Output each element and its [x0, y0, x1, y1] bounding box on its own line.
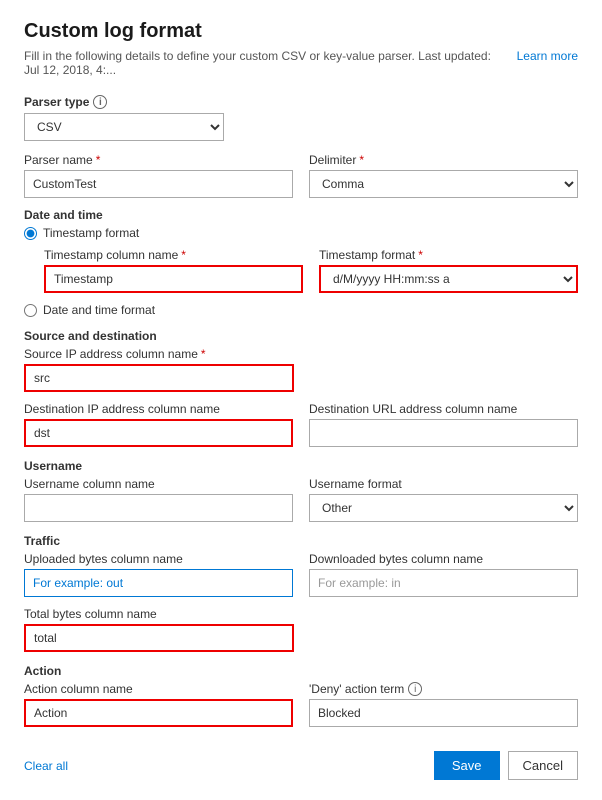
uploaded-input[interactable]	[24, 569, 293, 597]
timestamp-format-label: Timestamp format	[319, 248, 415, 262]
username-section-label: Username	[24, 459, 578, 473]
username-col-input[interactable]	[24, 494, 293, 522]
delimiter-label: Delimiter	[309, 153, 356, 167]
parser-name-input[interactable]	[24, 170, 293, 198]
source-ip-label: Source IP address column name	[24, 347, 198, 361]
date-time-radio-label: Date and time format	[43, 303, 155, 317]
action-col-input[interactable]	[24, 699, 293, 727]
page-title: Custom log format	[24, 20, 578, 43]
dest-url-label: Destination URL address column name	[309, 402, 578, 416]
delimiter-select[interactable]: Comma	[309, 170, 578, 198]
dest-url-input[interactable]	[309, 419, 578, 447]
parser-name-required: *	[96, 153, 101, 167]
parser-name-label: Parser name	[24, 153, 93, 167]
date-time-radio[interactable]	[24, 304, 37, 317]
cancel-button[interactable]: Cancel	[508, 751, 578, 780]
timestamp-radio[interactable]	[24, 227, 37, 240]
timestamp-radio-label: Timestamp format	[43, 226, 139, 240]
save-button[interactable]: Save	[434, 751, 500, 780]
downloaded-label: Downloaded bytes column name	[309, 552, 578, 566]
source-ip-input[interactable]	[24, 364, 294, 392]
deny-term-input[interactable]	[309, 699, 578, 727]
delimiter-required: *	[359, 153, 364, 167]
source-dest-section-label: Source and destination	[24, 329, 578, 343]
uploaded-label: Uploaded bytes column name	[24, 552, 293, 566]
dest-ip-input[interactable]	[24, 419, 293, 447]
parser-type-label: Parser type	[24, 95, 89, 109]
timestamp-col-label: Timestamp column name	[44, 248, 178, 262]
username-format-select[interactable]: Other	[309, 494, 578, 522]
username-format-label: Username format	[309, 477, 578, 491]
action-col-label: Action column name	[24, 682, 293, 696]
timestamp-format-select[interactable]: d/M/yyyy HH:mm:ss a	[319, 265, 578, 293]
timestamp-column-input[interactable]	[44, 265, 303, 293]
action-section-label: Action	[24, 664, 578, 678]
username-col-label: Username column name	[24, 477, 293, 491]
clear-all-button[interactable]: Clear all	[24, 759, 68, 773]
total-bytes-input[interactable]	[24, 624, 294, 652]
page-subtitle: Fill in the following details to define …	[24, 49, 509, 77]
learn-more-link[interactable]: Learn more	[517, 49, 578, 63]
dest-ip-label: Destination IP address column name	[24, 402, 293, 416]
deny-term-info-icon[interactable]: i	[408, 682, 422, 696]
parser-type-info-icon[interactable]: i	[93, 95, 107, 109]
traffic-section-label: Traffic	[24, 534, 578, 548]
date-time-section-label: Date and time	[24, 208, 578, 222]
total-bytes-label: Total bytes column name	[24, 607, 294, 621]
deny-term-label: 'Deny' action term	[309, 682, 404, 696]
downloaded-input[interactable]	[309, 569, 578, 597]
parser-type-select[interactable]: CSV	[24, 113, 224, 141]
